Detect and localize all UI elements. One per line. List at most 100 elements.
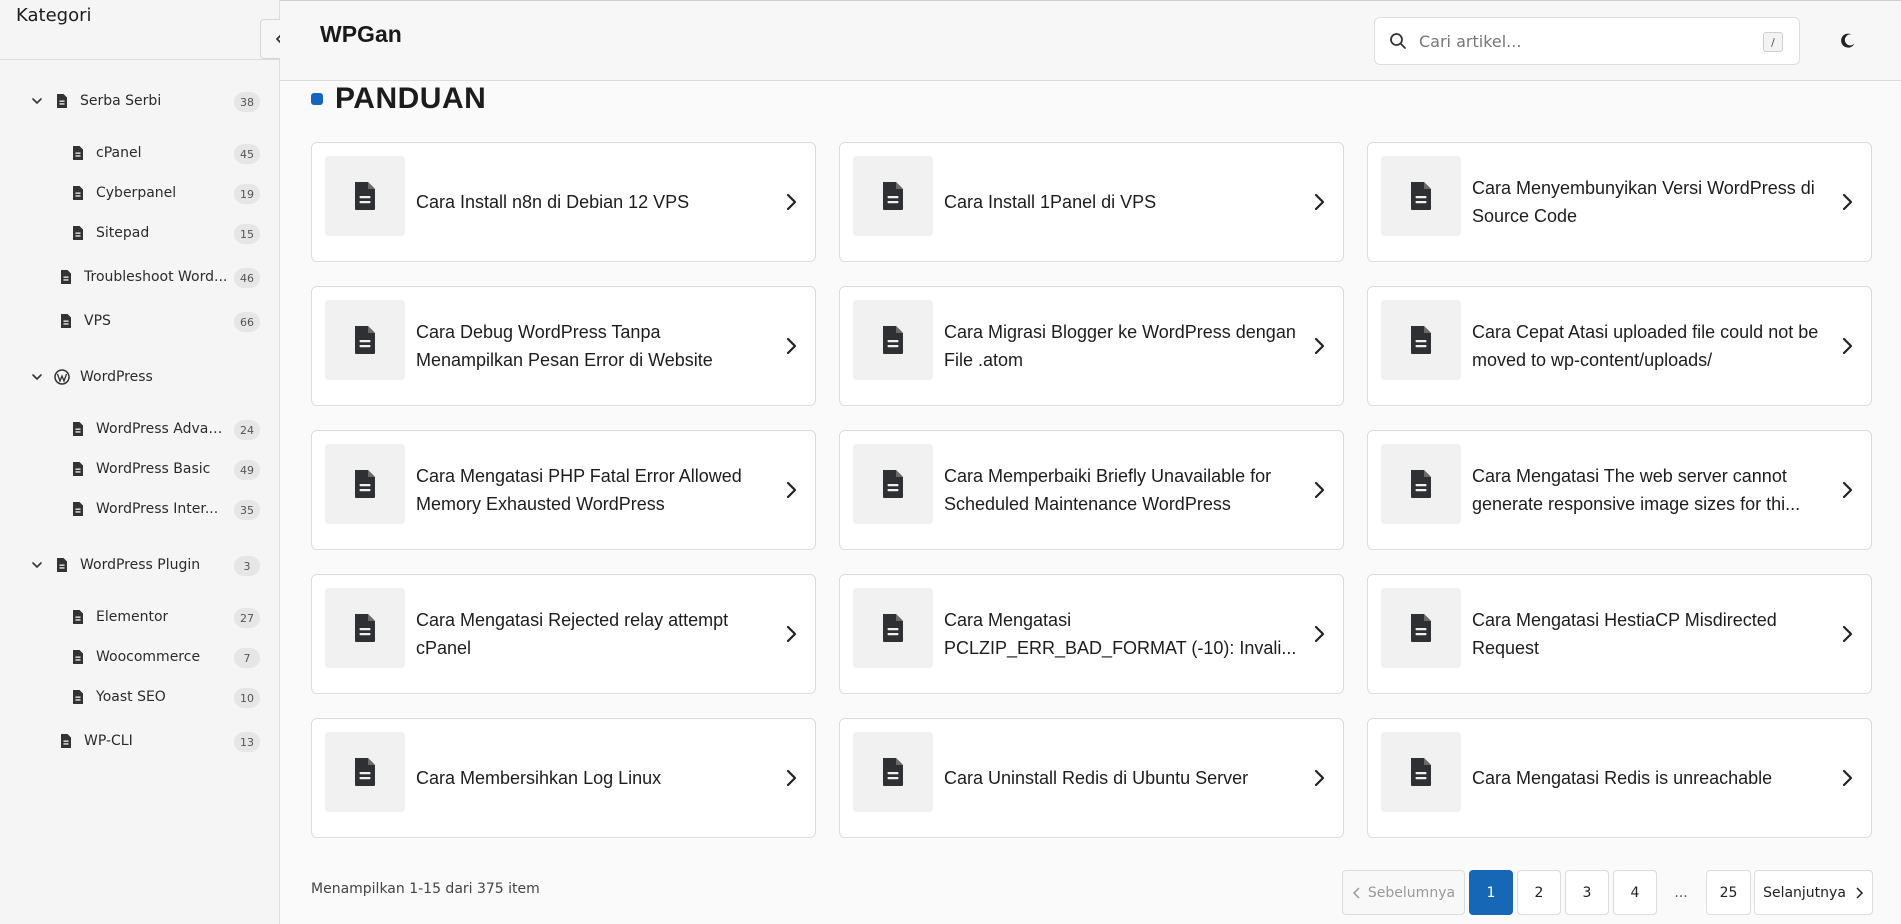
article-card[interactable]: Cara Debug WordPress Tanpa Menampilkan P… <box>311 286 816 406</box>
article-card[interactable]: Cara Mengatasi PHP Fatal Error Allowed M… <box>311 430 816 550</box>
article-title-text: Cara Menyembunyikan Versi WordPress di S… <box>1472 178 1815 226</box>
chevron-right-icon <box>1839 769 1855 787</box>
document-icon <box>58 733 74 749</box>
article-card[interactable]: Cara Mengatasi The web server cannot gen… <box>1367 430 1872 550</box>
section-accent-dot <box>311 93 323 105</box>
document-icon <box>58 269 74 285</box>
document-icon <box>1411 614 1431 642</box>
next-page-button[interactable]: Selanjutnya <box>1754 870 1873 915</box>
page-4-button[interactable]: 4 <box>1613 870 1657 915</box>
article-title: Cara Cepat Atasi uploaded file could not… <box>1472 287 1827 405</box>
document-icon <box>1411 326 1431 354</box>
article-thumbnail <box>1381 300 1461 380</box>
chevron-right-icon <box>783 481 799 499</box>
article-thumbnail <box>1381 156 1461 236</box>
article-title: Cara Mengatasi Redis is unreachable <box>1472 719 1827 837</box>
document-icon <box>58 313 74 329</box>
count-badge: 15 <box>234 224 260 244</box>
sidebar-item-label: WordPress <box>80 369 153 385</box>
site-title[interactable]: WPGan <box>320 21 402 48</box>
article-card[interactable]: Cara Membersihkan Log Linux <box>311 718 816 838</box>
document-icon <box>73 690 83 704</box>
page-2-button[interactable]: 2 <box>1517 870 1561 915</box>
sidebar-item-wordpress-plugin[interactable]: WordPress Plugin 3 <box>30 548 280 582</box>
article-title: Cara Mengatasi PHP Fatal Error Allowed M… <box>416 431 771 549</box>
article-thumbnail <box>325 588 405 668</box>
article-title-text: Cara Memperbaiki Briefly Unavailable for… <box>944 466 1272 514</box>
count-badge: 10 <box>234 688 260 708</box>
article-card[interactable]: Cara Uninstall Redis di Ubuntu Server <box>839 718 1344 838</box>
article-title-text: Cara Mengatasi Rejected relay attempt cP… <box>416 610 729 658</box>
sidebar-item-elementor[interactable]: Elementor 27 <box>70 600 280 634</box>
article-card[interactable]: Cara Mengatasi HestiaCP Misdirected Requ… <box>1367 574 1872 694</box>
document-icon <box>1411 470 1431 498</box>
sidebar-item-cpanel[interactable]: cPanel 45 <box>70 136 280 170</box>
sidebar-item-label: Elementor <box>96 609 169 625</box>
sidebar-item-wp-cli[interactable]: WP-CLI 13 <box>58 724 280 758</box>
sidebar-item-wordpress[interactable]: WordPress <box>30 360 280 394</box>
article-title-text: Cara Debug WordPress Tanpa Menampilkan P… <box>416 322 713 370</box>
page-1-button[interactable]: 1 <box>1469 870 1513 915</box>
document-icon <box>73 462 83 476</box>
article-thumbnail <box>325 444 405 524</box>
article-card[interactable]: Cara Migrasi Blogger ke WordPress dengan… <box>839 286 1344 406</box>
sidebar-item-wordpress-basic[interactable]: WordPress Basic 49 <box>70 452 280 486</box>
expand-toggle[interactable] <box>30 558 44 572</box>
sidebar-item-yoast-seo[interactable]: Yoast SEO 10 <box>70 680 280 714</box>
expand-toggle[interactable] <box>30 94 44 108</box>
document-icon <box>355 758 375 786</box>
document-icon <box>70 649 86 665</box>
sidebar-item-woocommerce[interactable]: Woocommerce 7 <box>70 640 280 674</box>
document-icon <box>54 557 70 573</box>
sidebar-item-vps[interactable]: VPS 66 <box>58 304 280 338</box>
next-label: Selanjutnya <box>1763 884 1846 901</box>
count-badge: 38 <box>234 92 260 112</box>
sidebar-item-sitepad[interactable]: Sitepad 15 <box>70 216 280 250</box>
page-3-button[interactable]: 3 <box>1565 870 1609 915</box>
article-card[interactable]: Cara Cepat Atasi uploaded file could not… <box>1367 286 1872 406</box>
chevron-right-icon <box>1311 769 1327 787</box>
page-number: 3 <box>1582 884 1592 901</box>
chevron-down-icon <box>32 374 42 381</box>
article-card[interactable]: Cara Mengatasi PCLZIP_ERR_BAD_FORMAT (-1… <box>839 574 1344 694</box>
article-thumbnail <box>853 156 933 236</box>
article-card[interactable]: Cara Menyembunyikan Versi WordPress di S… <box>1367 142 1872 262</box>
section-heading: PANDUAN <box>311 82 486 116</box>
sidebar-item-wordpress-inter[interactable]: WordPress Inter... 35 <box>70 492 280 526</box>
count-badge: 45 <box>234 144 260 164</box>
document-icon <box>883 758 903 786</box>
count-badge: 66 <box>234 312 260 332</box>
article-title: Cara Memperbaiki Briefly Unavailable for… <box>944 431 1299 549</box>
chevron-right-icon <box>1311 481 1327 499</box>
expand-toggle[interactable] <box>30 370 44 384</box>
sidebar-item-label: WP-CLI <box>84 733 133 749</box>
article-title-text: Cara Cepat Atasi uploaded file could not… <box>1472 322 1819 370</box>
search-shortcut-key: / <box>1763 32 1783 52</box>
count-badge: 3 <box>234 556 260 576</box>
document-icon <box>54 93 70 109</box>
article-title: Cara Install 1Panel di VPS <box>944 143 1299 261</box>
article-card[interactable]: Cara Install n8n di Debian 12 VPS <box>311 142 816 262</box>
article-thumbnail <box>853 444 933 524</box>
theme-toggle-button[interactable] <box>1836 29 1860 53</box>
chevron-down-icon <box>32 562 42 569</box>
sidebar-item-serba-serbi[interactable]: Serba Serbi 38 <box>30 84 280 118</box>
search-box[interactable]: / <box>1374 17 1800 65</box>
sidebar-item-cyberpanel[interactable]: Cyberpanel 19 <box>70 176 280 210</box>
count-badge: 27 <box>234 608 260 628</box>
search-input[interactable] <box>1419 31 1759 51</box>
chevron-right-icon <box>1839 625 1855 643</box>
article-card[interactable]: Cara Mengatasi Redis is unreachable <box>1367 718 1872 838</box>
chevron-right-icon <box>783 769 799 787</box>
article-thumbnail <box>325 156 405 236</box>
article-card[interactable]: Cara Memperbaiki Briefly Unavailable for… <box>839 430 1344 550</box>
document-icon <box>1411 182 1431 210</box>
sidebar-item-wordpress-advan[interactable]: WordPress Advan... 24 <box>70 412 280 446</box>
prev-page-button[interactable]: Sebelumnya <box>1342 870 1465 915</box>
article-card[interactable]: Cara Mengatasi Rejected relay attempt cP… <box>311 574 816 694</box>
article-title-text: Cara Mengatasi HestiaCP Misdirected Requ… <box>1472 610 1777 658</box>
article-card[interactable]: Cara Install 1Panel di VPS <box>839 142 1344 262</box>
sidebar-item-troubleshoot-word[interactable]: Troubleshoot Word... 46 <box>58 260 280 294</box>
document-icon <box>883 326 903 354</box>
page-last-button[interactable]: 25 <box>1706 870 1751 915</box>
